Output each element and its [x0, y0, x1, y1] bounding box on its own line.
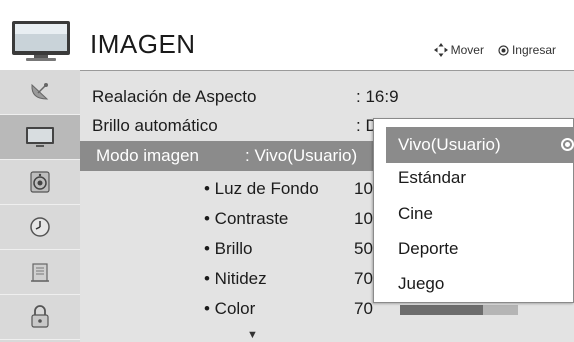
dropdown-option-selected[interactable]: Vivo(Usuario): [386, 127, 574, 163]
setting-label: Brillo automático: [92, 116, 218, 135]
setting-value: 70: [354, 269, 373, 288]
setting-aspect-ratio[interactable]: Realación de Aspecto : 16:9: [80, 82, 574, 112]
color-level-fill: [400, 305, 483, 315]
setting-label: • Brillo: [204, 239, 253, 258]
building-icon: [31, 263, 49, 282]
dropdown-option[interactable]: Deporte: [398, 234, 458, 264]
category-sidebar: [0, 70, 80, 342]
dpad-icon: [433, 43, 448, 57]
setting-label: • Contraste: [204, 209, 289, 228]
header: IMAGEN Mover Ingresar: [0, 0, 574, 70]
tv-settings-screen: IMAGEN Mover Ingresar Realación de Aspec…: [0, 0, 574, 342]
radio-selected-icon: [561, 138, 574, 151]
hint-enter-label: Ingresar: [511, 43, 556, 57]
clock-icon: [30, 217, 50, 237]
tv-icon: [12, 21, 70, 61]
setting-value: 10: [354, 209, 373, 228]
sidebar-item-audio[interactable]: [0, 160, 80, 205]
setting-label: Realación de Aspecto: [92, 87, 257, 106]
setting-label: • Nitidez: [204, 269, 267, 288]
dropdown-option[interactable]: Juego: [398, 269, 444, 299]
tv-monitor-icon: [26, 127, 54, 147]
setting-label: • Luz de Fondo: [204, 179, 319, 198]
dropdown-option[interactable]: Cine: [398, 199, 433, 229]
color-level-bar[interactable]: [400, 305, 518, 315]
setting-value: : 16:9: [356, 87, 399, 106]
option-label: Vivo(Usuario): [398, 135, 501, 154]
setting-label: • Color: [204, 299, 256, 318]
setting-value: 10: [354, 179, 373, 198]
setting-label: Modo imagen: [96, 146, 200, 165]
picture-mode-dropdown: Vivo(Usuario) Estándar Cine Deporte Jueg…: [373, 118, 574, 303]
ok-button-icon: [498, 44, 509, 56]
setting-picture-mode[interactable]: Modo imagen : Vivo(Usuario): [80, 141, 380, 171]
setting-value: : Vivo(Usuario): [245, 146, 358, 165]
setting-value: 70: [354, 299, 373, 318]
sidebar-item-channels[interactable]: [0, 70, 80, 115]
dropdown-option[interactable]: Estándar: [398, 163, 466, 193]
setting-value: 50: [354, 239, 373, 258]
sidebar-item-lock[interactable]: [0, 295, 80, 340]
sidebar-item-time[interactable]: [0, 205, 80, 250]
speaker-icon: [30, 171, 50, 193]
hint-move-label: Mover: [450, 43, 484, 57]
lock-icon: [31, 305, 49, 328]
navigation-hint: Mover Ingresar: [433, 43, 556, 57]
satellite-dish-icon: [31, 83, 49, 100]
scroll-down-icon[interactable]: ▼: [247, 329, 258, 341]
sidebar-item-options[interactable]: [0, 250, 80, 295]
page-title: IMAGEN: [90, 29, 196, 59]
sidebar-item-picture[interactable]: [0, 115, 80, 160]
